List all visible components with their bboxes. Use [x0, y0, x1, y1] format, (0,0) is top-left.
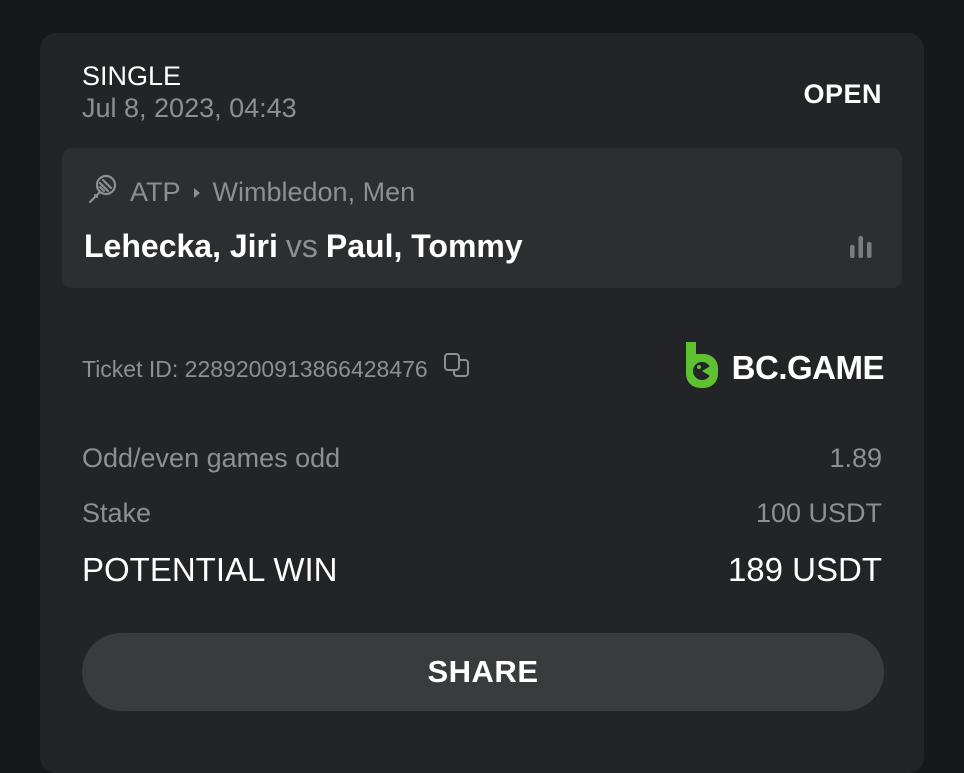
- brand-logo: BC.GAME: [682, 340, 885, 395]
- bet-type: SINGLE: [82, 61, 182, 91]
- potential-win-value: 189 USDT: [727, 551, 882, 588]
- stake-row: Stake 100 USDT: [82, 498, 882, 529]
- bet-status: OPEN: [803, 79, 882, 109]
- stake-label: Stake: [82, 498, 152, 528]
- potential-win-label: POTENTIAL WIN: [82, 551, 338, 588]
- odds-value: 1.89: [829, 443, 882, 473]
- tennis-racket-icon: [86, 172, 130, 213]
- brand-name: BC.GAME: [731, 348, 885, 386]
- bet-date: Jul 8, 2023, 04:43: [82, 93, 297, 123]
- match-title: Lehecka, Jiri vs Paul, Tommy: [84, 228, 523, 265]
- vs-separator: vs: [285, 228, 318, 264]
- potential-win-row: POTENTIAL WIN 189 USDT: [82, 551, 882, 589]
- away-player: Paul, Tommy: [325, 228, 523, 264]
- bet-card: SINGLE Jul 8, 2023, 04:43 OPEN ATP Wimbl…: [40, 33, 924, 773]
- league-label: ATP: [130, 177, 181, 207]
- bar-chart-icon[interactable]: [846, 232, 876, 262]
- bcgame-logo-icon: [682, 340, 732, 395]
- market-label: Odd/even games odd: [82, 443, 341, 473]
- stake-value: 100 USDT: [755, 498, 882, 528]
- event-breadcrumb: ATP Wimbledon, Men: [86, 172, 415, 213]
- share-button[interactable]: SHARE: [82, 633, 884, 711]
- home-player: Lehecka, Jiri: [84, 228, 278, 264]
- event-panel[interactable]: ATP Wimbledon, Men Lehecka, Jiri vs Paul, …: [62, 148, 902, 288]
- tournament-label: Wimbledon, Men: [212, 177, 416, 207]
- caret-right-icon: [193, 187, 200, 198]
- copy-icon[interactable]: [428, 351, 472, 387]
- ticket-id-label: Ticket ID: 2289200913866428476: [82, 355, 428, 382]
- selection-row: Odd/even games odd 1.89: [82, 443, 882, 474]
- ticket-id: Ticket ID: 2289200913866428476: [82, 351, 472, 387]
